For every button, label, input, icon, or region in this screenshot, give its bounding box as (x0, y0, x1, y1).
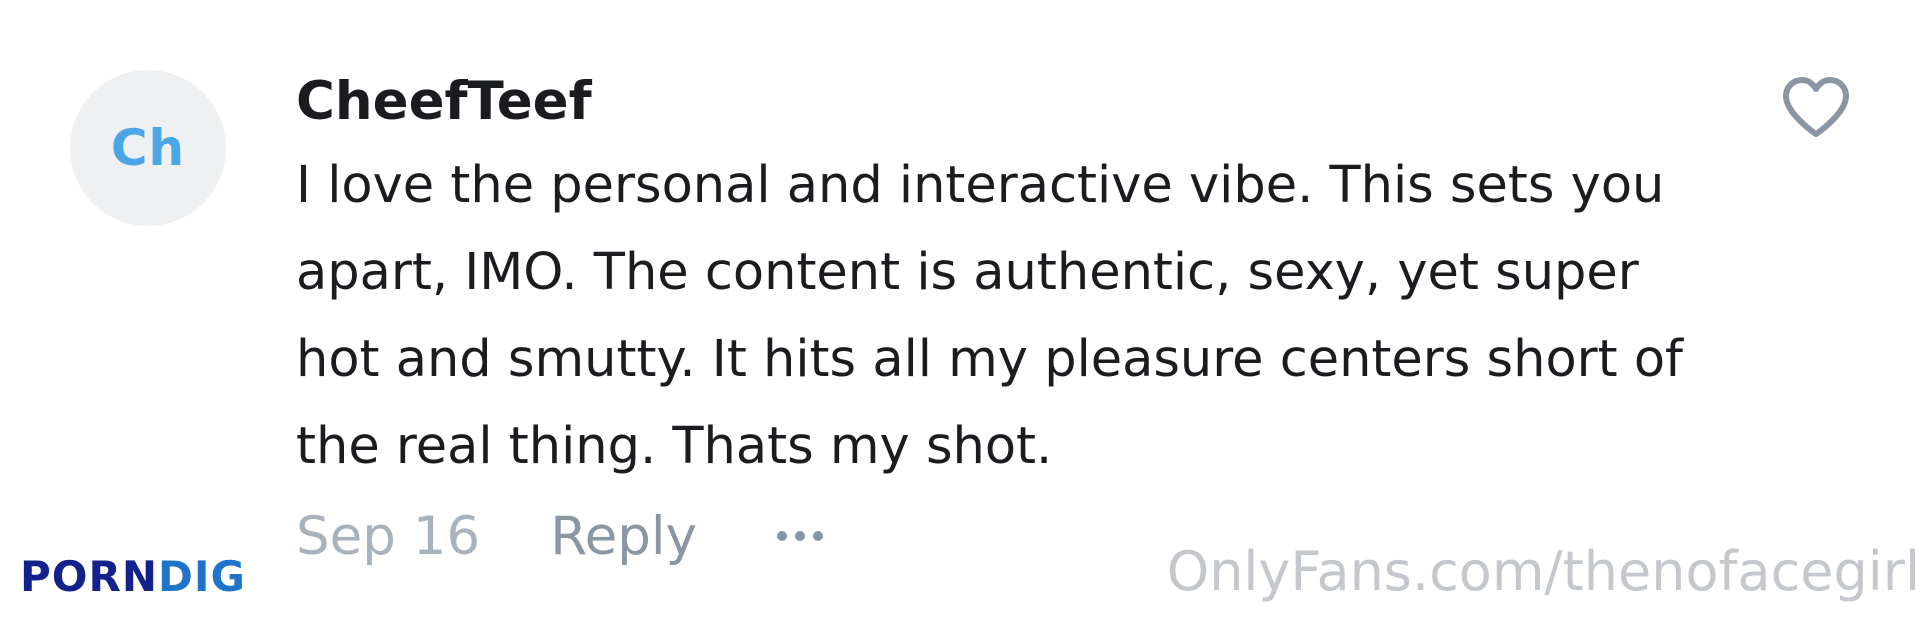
more-dot (812, 531, 823, 541)
comment-meta: Sep 16 Reply (296, 496, 823, 576)
heart-outline-icon (1783, 77, 1849, 137)
comment: CheefTeef I love the personal and intera… (296, 62, 1716, 490)
avatar-initials: Ch (110, 119, 186, 177)
more-dot (794, 531, 805, 541)
heart-icon[interactable] (1780, 74, 1852, 142)
more-options-icon[interactable] (776, 521, 823, 551)
more-dot (776, 531, 787, 541)
porndig-watermark: PORNDIG (20, 552, 246, 601)
watermark-left-part2: DIG (157, 552, 246, 601)
comment-username[interactable]: CheefTeef (296, 62, 1716, 142)
onlyfans-watermark: OnlyFans.com/thenofacegirl (1166, 540, 1920, 603)
watermark-left-part1: PORN (20, 552, 158, 601)
reply-button[interactable]: Reply (550, 506, 697, 567)
avatar[interactable]: Ch (70, 70, 226, 226)
comment-date: Sep 16 (296, 505, 481, 567)
comment-body: I love the personal and interactive vibe… (296, 156, 1683, 476)
